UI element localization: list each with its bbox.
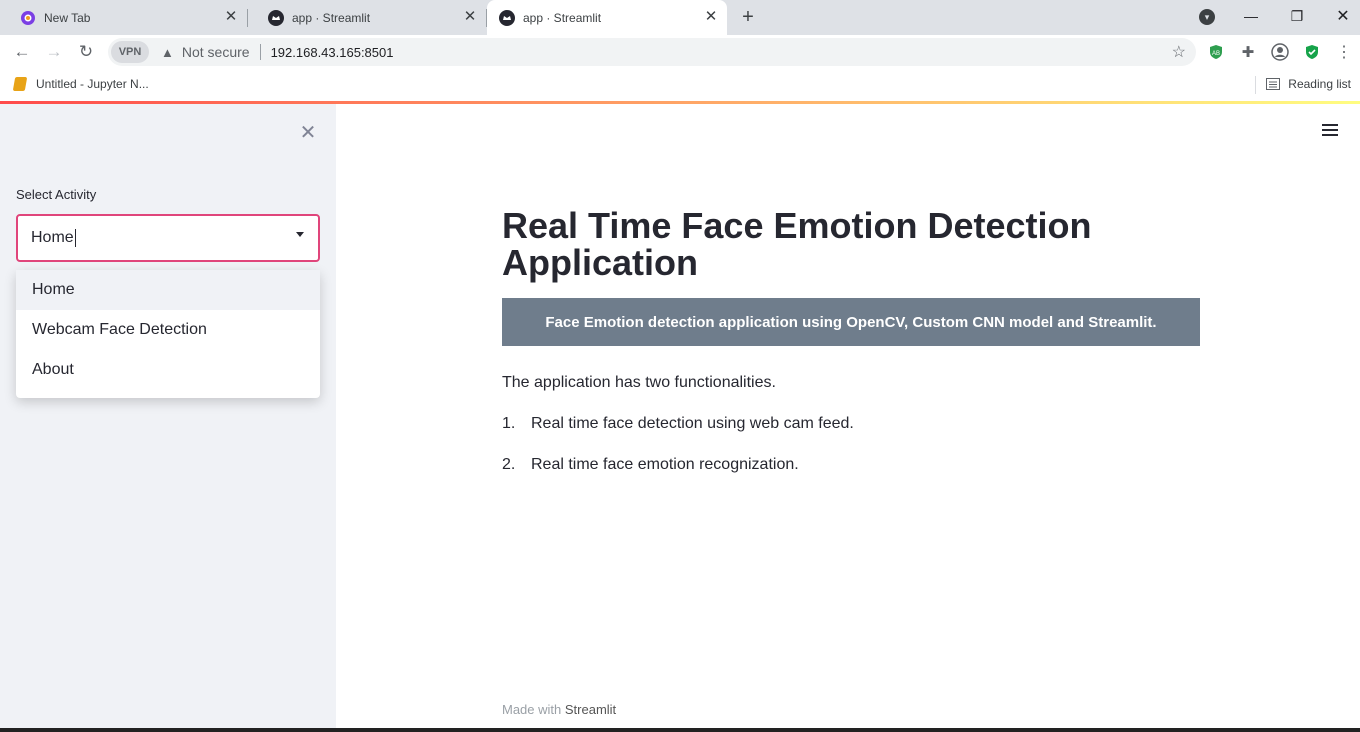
streamlit-crown-icon (499, 9, 515, 26)
footer-streamlit-link[interactable]: Streamlit (565, 702, 616, 717)
tab-label: app · Streamlit (523, 10, 602, 25)
omnibox-divider (259, 44, 261, 60)
restore-icon[interactable]: ❐ (1274, 0, 1320, 32)
footer: Made with Streamlit (502, 702, 616, 717)
text-caret (74, 229, 76, 247)
new-tab-button[interactable]: + (737, 6, 759, 28)
browser-logo-icon (20, 10, 36, 26)
security-status[interactable]: Not secure (182, 44, 250, 60)
tab-streamlit-active[interactable]: app · Streamlit ✕ (487, 0, 727, 35)
tab-close-icon[interactable]: ✕ (462, 9, 478, 25)
notebook-icon (12, 77, 28, 91)
reading-list-button[interactable]: Reading list (1266, 77, 1351, 91)
tab-label: app · Streamlit (292, 10, 371, 25)
bookmarks-bar: Untitled - Jupyter N... Reading list (0, 69, 1360, 101)
hamburger-menu-icon[interactable] (1322, 124, 1338, 138)
list-number: 1. (502, 415, 516, 432)
activity-select[interactable]: Home (16, 214, 320, 262)
url-text[interactable]: 192.168.43.165:8501 (271, 45, 394, 60)
svg-text:AB: AB (1212, 51, 1220, 57)
sidebar-close-icon[interactable]: ✕ (298, 120, 318, 145)
option-about[interactable]: About (16, 350, 320, 390)
menu-kebab-icon[interactable]: ⋮ (1335, 43, 1353, 61)
browser-toolbar: ← → ↻ VPN ▲ Not secure 192.168.43.165:85… (0, 35, 1360, 69)
profile-icon[interactable] (1271, 43, 1289, 61)
back-icon[interactable]: ← (10, 40, 34, 64)
reload-icon[interactable]: ↻ (74, 40, 98, 64)
option-home[interactable]: Home (16, 270, 320, 310)
address-bar[interactable]: VPN ▲ Not secure 192.168.43.165:8501 ☆ (108, 38, 1196, 66)
bookmarks-divider (1255, 76, 1256, 94)
streamlit-crown-icon (268, 9, 284, 26)
warning-icon[interactable]: ▲ (161, 45, 174, 60)
list-text: Real time face detection using web cam f… (531, 415, 854, 432)
list-number: 2. (502, 456, 516, 473)
description-banner: Face Emotion detection application using… (502, 298, 1200, 346)
extensions-puzzle-icon[interactable]: ✚ (1239, 43, 1257, 61)
page-title: Real Time Face Emotion Detection Applica… (502, 205, 1092, 283)
tab-streamlit-1[interactable]: app · Streamlit ✕ (248, 0, 487, 35)
tab-close-icon[interactable]: ✕ (223, 9, 239, 25)
intro-text: The application has two functionalities. (502, 374, 776, 391)
tab-search-icon[interactable]: ▾ (1199, 9, 1215, 25)
option-webcam-face-detection[interactable]: Webcam Face Detection (16, 310, 320, 350)
select-value: Home (31, 229, 74, 246)
adblock-extension-icon[interactable]: AB (1207, 43, 1225, 61)
activity-dropdown-menu: Home Webcam Face Detection About (16, 270, 320, 398)
list-item: 1. Real time face detection using web ca… (502, 415, 854, 433)
bookmark-label: Untitled - Jupyter N... (36, 77, 149, 91)
vpn-badge[interactable]: VPN (111, 41, 149, 63)
minimize-icon[interactable]: — (1228, 0, 1274, 32)
tab-new-tab[interactable]: New Tab ✕ (0, 0, 248, 35)
tab-close-icon[interactable]: ✕ (703, 9, 719, 25)
reading-list-label: Reading list (1288, 77, 1351, 91)
bookmark-star-icon[interactable]: ☆ (1172, 42, 1186, 62)
footer-prefix: Made with (502, 702, 562, 717)
shield-extension-icon[interactable] (1303, 43, 1321, 61)
reading-list-icon (1266, 78, 1281, 90)
os-taskbar-edge (0, 728, 1360, 732)
browser-tab-strip: New Tab ✕ app · Streamlit ✕ app · Stream… (0, 0, 1360, 35)
list-text: Real time face emotion recognization. (531, 456, 799, 473)
select-activity-label: Select Activity (16, 187, 97, 202)
window-close-icon[interactable]: ✕ (1320, 0, 1360, 32)
list-item: 2. Real time face emotion recognization. (502, 456, 799, 474)
forward-icon[interactable]: → (42, 40, 66, 64)
sidebar: ✕ Select Activity Home Home Webcam Face … (0, 104, 336, 732)
chevron-down-icon[interactable] (296, 232, 304, 237)
tab-label: New Tab (44, 10, 91, 25)
bookmark-jupyter[interactable]: Untitled - Jupyter N... (12, 77, 149, 91)
